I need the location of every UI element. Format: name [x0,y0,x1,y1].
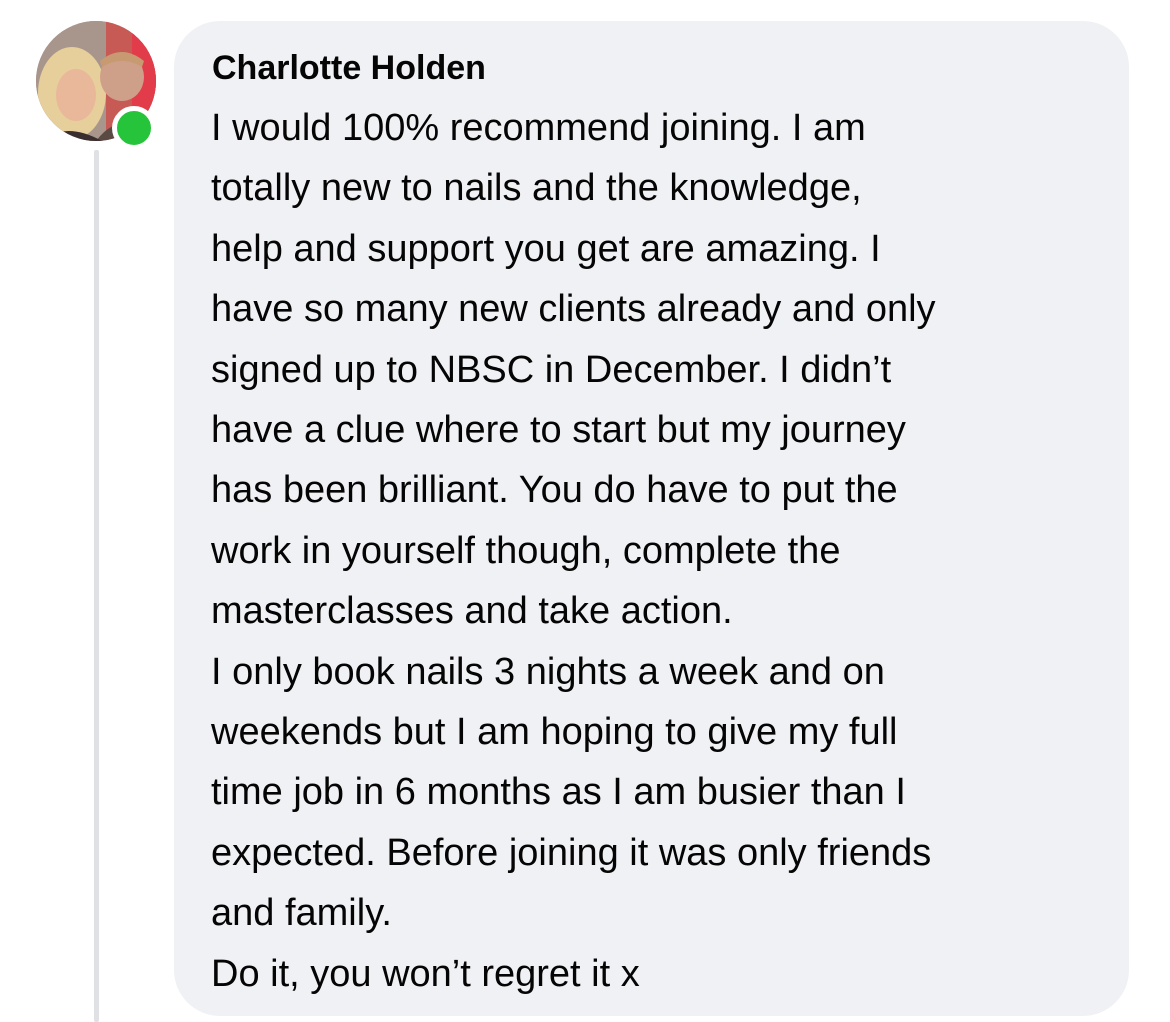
comment-author-name[interactable]: Charlotte Holden [212,46,486,90]
online-status-dot [112,106,156,150]
comment-text-line: have a clue where to start but my journe… [211,409,906,452]
comment-text-line: and family. [211,892,392,935]
comment-text-line: has been brilliant. You do have to put t… [211,469,898,512]
comment-text-line: work in yourself though, complete the [211,529,841,572]
comment-text-line: I only book nails 3 nights a week and on [211,650,885,693]
comment-text-line: I would 100% recommend joining. I am [211,107,866,149]
comment-text-line: signed up to NBSC in December. I didn’t [211,348,892,391]
comment-text-line: masterclasses and take action. [211,590,733,633]
comment-text-line: time job in 6 months as I am busier than… [211,771,906,814]
comment-text-line: help and support you get are amazing. I [211,227,881,270]
comment-text-line: Do it, you won’t regret it x [211,952,640,995]
comment-text-line: weekends but I am hoping to give my full [211,711,898,754]
comment-text-line: have so many new clients already and onl… [211,288,936,331]
comment-text: I would 100% recommend joining. I am tot… [211,98,1116,1004]
comment-text-line: totally new to nails and the knowledge, [211,167,862,210]
comment-text-line: expected. Before joining it was only fri… [211,831,932,874]
thread-connector-line [94,150,99,1022]
